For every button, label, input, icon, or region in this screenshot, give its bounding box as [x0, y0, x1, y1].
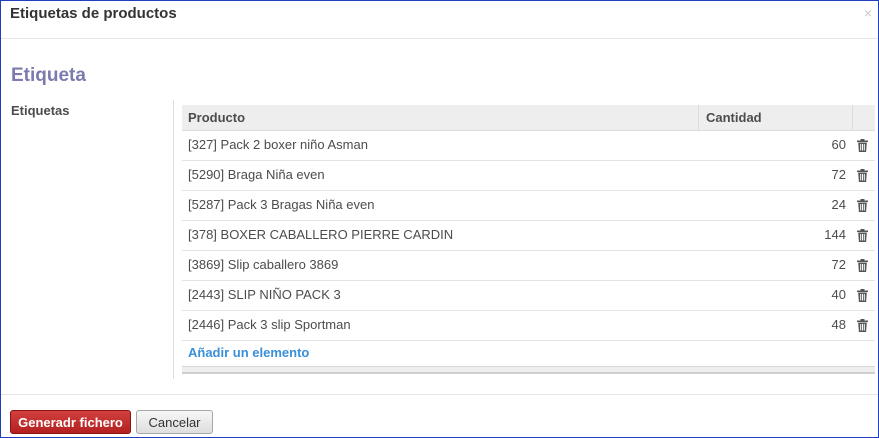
- table-row[interactable]: [5290] Braga Niña even 72: [182, 161, 875, 191]
- column-header-product[interactable]: Producto: [188, 110, 245, 125]
- quantity-cell[interactable]: 60: [832, 137, 846, 152]
- trash-icon[interactable]: [857, 289, 868, 302]
- quantity-cell[interactable]: 40: [832, 287, 846, 302]
- add-row: Añadir un elemento: [182, 341, 875, 366]
- product-cell[interactable]: [2446] Pack 3 slip Sportman: [188, 317, 351, 332]
- trash-icon[interactable]: [857, 259, 868, 272]
- column-header-quantity[interactable]: Cantidad: [706, 110, 762, 125]
- quantity-cell[interactable]: 24: [832, 197, 846, 212]
- product-cell[interactable]: [2443] SLIP NIÑO PACK 3: [188, 287, 341, 302]
- table-footer: [182, 366, 875, 374]
- column-divider: [852, 105, 853, 130]
- table-header: Producto Cantidad: [182, 105, 875, 131]
- section-title: Etiqueta: [11, 65, 86, 86]
- dialog: Etiquetas de productos × Etiqueta Etique…: [0, 0, 879, 438]
- dialog-header: Etiquetas de productos ×: [1, 1, 878, 39]
- quantity-cell[interactable]: 72: [832, 257, 846, 272]
- trash-icon[interactable]: [857, 229, 868, 242]
- quantity-cell[interactable]: 48: [832, 317, 846, 332]
- field-label-etiquetas: Etiquetas: [11, 103, 70, 118]
- trash-icon[interactable]: [857, 199, 868, 212]
- generate-file-button[interactable]: Generadr fichero: [10, 410, 131, 434]
- column-divider: [698, 105, 699, 130]
- field-divider: [173, 100, 174, 379]
- dialog-footer-divider: [1, 394, 878, 395]
- table-row[interactable]: [3869] Slip caballero 3869 72: [182, 251, 875, 281]
- trash-icon[interactable]: [857, 139, 868, 152]
- product-cell[interactable]: [327] Pack 2 boxer niño Asman: [188, 137, 368, 152]
- quantity-cell[interactable]: 144: [824, 227, 846, 242]
- trash-icon[interactable]: [857, 169, 868, 182]
- table-row[interactable]: [2446] Pack 3 slip Sportman 48: [182, 311, 875, 341]
- table-row[interactable]: [327] Pack 2 boxer niño Asman 60: [182, 131, 875, 161]
- product-cell[interactable]: [5287] Pack 3 Bragas Niña even: [188, 197, 374, 212]
- close-icon[interactable]: ×: [864, 5, 872, 21]
- quantity-cell[interactable]: 72: [832, 167, 846, 182]
- cancel-button[interactable]: Cancelar: [136, 410, 213, 434]
- table-row[interactable]: [378] BOXER CABALLERO PIERRE CARDIN 144: [182, 221, 875, 251]
- table-body: [327] Pack 2 boxer niño Asman 60 [5290] Br…: [182, 131, 875, 341]
- product-cell[interactable]: [378] BOXER CABALLERO PIERRE CARDIN: [188, 227, 453, 242]
- dialog-title: Etiquetas de productos: [10, 5, 177, 22]
- table-row[interactable]: [5287] Pack 3 Bragas Niña even 24: [182, 191, 875, 221]
- trash-icon[interactable]: [857, 319, 868, 332]
- product-lines-table: Producto Cantidad [327] Pack 2 boxer niñ…: [182, 105, 875, 374]
- add-line-link[interactable]: Añadir un elemento: [188, 345, 309, 360]
- product-cell[interactable]: [3869] Slip caballero 3869: [188, 257, 338, 272]
- table-row[interactable]: [2443] SLIP NIÑO PACK 3 40: [182, 281, 875, 311]
- product-cell[interactable]: [5290] Braga Niña even: [188, 167, 325, 182]
